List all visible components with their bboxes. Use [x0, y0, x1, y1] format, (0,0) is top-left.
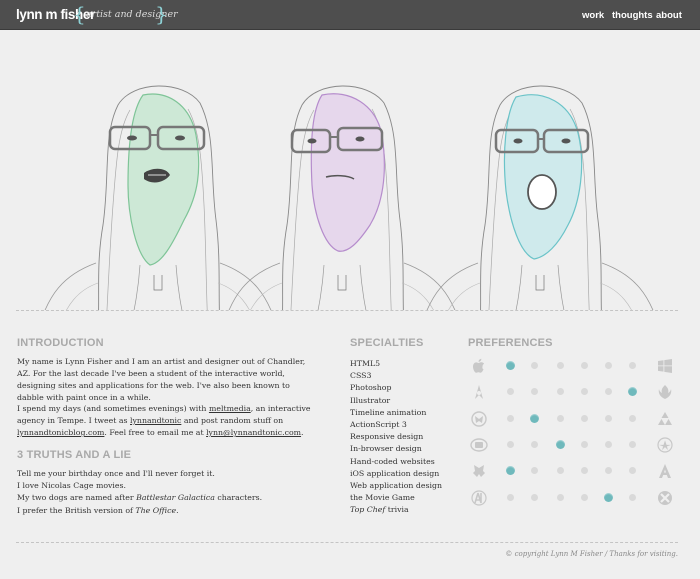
preference-dot[interactable]: [629, 467, 636, 474]
preference-dot[interactable]: [605, 388, 612, 395]
preference-dot[interactable]: [581, 467, 588, 474]
preference-row: [468, 436, 678, 456]
apple-icon: [470, 357, 488, 375]
preference-dot[interactable]: [531, 388, 538, 395]
preference-dot[interactable]: [507, 388, 514, 395]
specialty-item: Top Chef trivia: [350, 505, 409, 515]
windows-icon: [656, 357, 674, 375]
preference-dot-selected[interactable]: [604, 493, 613, 502]
specialty-item: Web application design: [350, 481, 443, 491]
avengers-icon: [470, 489, 488, 507]
nav-work[interactable]: work: [582, 10, 604, 21]
specialty-item: iOS application design: [350, 468, 440, 478]
preference-dot[interactable]: [581, 415, 588, 422]
preferences-heading: PREFERENCES: [468, 337, 553, 349]
preference-dot[interactable]: [507, 494, 514, 501]
preference-dot[interactable]: [531, 362, 538, 369]
specialty-item: Timeline animation: [350, 407, 427, 417]
preference-row: [468, 489, 678, 509]
specialty-item: Hand-coded websites: [350, 456, 435, 466]
preference-dot[interactable]: [629, 494, 636, 501]
preference-dot[interactable]: [605, 441, 612, 448]
nav-about[interactable]: about: [656, 10, 682, 21]
divider-top: [16, 310, 678, 311]
preference-dot-selected[interactable]: [556, 440, 565, 449]
brace-open: {: [73, 2, 86, 26]
preference-dot-selected[interactable]: [506, 361, 515, 370]
footer-copyright: © copyright Lynn M Fisher / Thanks for v…: [505, 550, 678, 558]
preference-row: [468, 410, 678, 430]
preference-dot[interactable]: [531, 467, 538, 474]
truth-item: I prefer the British version of The Offi…: [17, 505, 179, 515]
autobot-icon: [470, 410, 488, 428]
preference-dot[interactable]: [629, 415, 636, 422]
preference-dot[interactable]: [581, 362, 588, 369]
truth-item: My two dogs are named after Battlestar G…: [17, 493, 263, 503]
preference-dot[interactable]: [531, 494, 538, 501]
triforce-icon: [656, 410, 674, 428]
preference-dot[interactable]: [581, 388, 588, 395]
twitter-link[interactable]: lynnandtonic: [130, 416, 181, 425]
truths-heading: 3 TRUTHS AND A LIE: [17, 449, 132, 461]
starfleet-icon: [470, 383, 488, 401]
preference-dot[interactable]: [531, 441, 538, 448]
preference-dot[interactable]: [605, 362, 612, 369]
x-men-icon: [656, 489, 674, 507]
preference-dot[interactable]: [507, 415, 514, 422]
preference-dot[interactable]: [557, 494, 564, 501]
starfleet-icon: [656, 436, 674, 454]
specialties-heading: SPECIALTIES: [350, 337, 424, 349]
preference-dot[interactable]: [557, 362, 564, 369]
preference-row: [468, 383, 678, 403]
preference-row: [468, 357, 678, 377]
truths-list: Tell me your birthday once and I'll neve…: [17, 468, 262, 517]
contact-paragraph: I spend my days (and sometimes evenings)…: [17, 404, 311, 438]
specialty-item: Responsive design: [350, 432, 424, 442]
brace-close: }: [155, 2, 168, 26]
nav-thoughts[interactable]: thoughts: [612, 10, 653, 21]
avengers-icon: [656, 462, 674, 480]
divider-bottom: [16, 542, 678, 543]
preference-dot[interactable]: [629, 441, 636, 448]
blog-link[interactable]: lynnandtonicblog.com: [17, 428, 104, 437]
preference-dot-selected[interactable]: [506, 466, 515, 475]
meltmedia-link[interactable]: meltmedia: [209, 404, 251, 413]
specialty-item: In-browser design: [350, 444, 422, 454]
rebel-alliance-icon: [656, 383, 674, 401]
specialty-item: the Movie Game: [350, 493, 415, 503]
specialty-item: ActionScript 3: [350, 420, 407, 430]
preference-dot[interactable]: [581, 441, 588, 448]
truth-item: Tell me your birthday once and I'll neve…: [17, 469, 215, 478]
preference-dot[interactable]: [557, 388, 564, 395]
preference-dot[interactable]: [557, 415, 564, 422]
preference-dot-selected[interactable]: [628, 387, 637, 396]
email-link[interactable]: lynn@lynnandtonic.com: [206, 428, 301, 437]
specialty-item: CSS3: [350, 371, 372, 381]
intro-paragraph: My name is Lynn Fisher and I am an artis…: [17, 357, 306, 403]
preference-dot[interactable]: [605, 415, 612, 422]
preference-dot[interactable]: [581, 494, 588, 501]
truth-item: I love Nicolas Cage movies.: [17, 481, 127, 491]
intro-heading: INTRODUCTION: [17, 337, 104, 349]
preference-dot-selected[interactable]: [530, 414, 539, 423]
preference-dot[interactable]: [605, 467, 612, 474]
decepticon-icon: [470, 462, 488, 480]
preference-dot[interactable]: [557, 467, 564, 474]
preference-row: [468, 462, 678, 482]
specialty-item: Illustrator: [350, 395, 391, 405]
specialty-item: HTML5: [350, 359, 381, 368]
preference-dot[interactable]: [507, 441, 514, 448]
self-portrait-illustration: [37, 85, 661, 310]
top-bar: lynn m fisher { artist and designer } wo…: [0, 0, 700, 30]
specialty-item: Photoshop: [350, 383, 392, 393]
specialties-list: HTML5 CSS3 Photoshop Illustrator Timelin…: [350, 358, 442, 517]
tardis-icon: [470, 436, 488, 454]
preference-dot[interactable]: [629, 362, 636, 369]
